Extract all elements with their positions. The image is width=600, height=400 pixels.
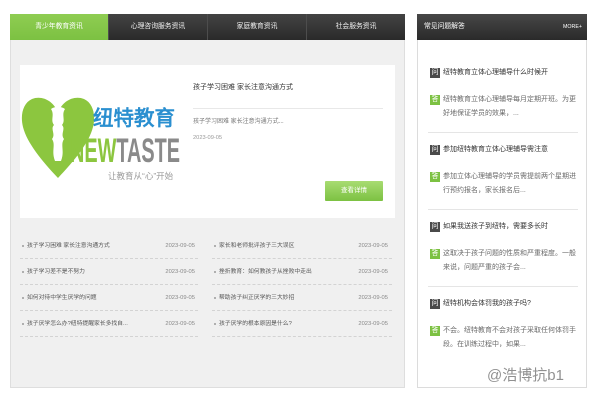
tab-social-services[interactable]: 社会服务资讯 [307,14,405,40]
news-tab-bar: 青少年教育资讯 心理咨询服务资讯 家庭教育资讯 社会服务资讯 [10,14,405,40]
news-item-date: 2023-09-05 [165,321,195,327]
logo-slogan: 让教育从“心”开始 [108,171,174,181]
answer-badge-icon: 答 [430,172,440,182]
logo-brand-cn: 纽特教育 [93,106,175,130]
faq-question[interactable]: 纽特机构会体罚我的孩子吗? [443,297,531,311]
news-item-title[interactable]: 帮助孩子纠正厌学的三大妙招 [219,285,294,311]
list-bullet [214,271,216,273]
logo-brand-en: NEWTASTE [70,132,180,170]
news-item[interactable]: 如何对待中学生厌学的问题 2023-09-05 [20,285,198,311]
list-bullet [214,297,216,299]
list-bullet [22,297,24,299]
featured-divider [193,108,383,109]
news-item-title[interactable]: 家长和老师批评孩子三大误区 [219,233,294,259]
news-item-date: 2023-09-05 [358,321,388,327]
newtaste-logo[interactable]: 纽特教育 NEWTASTE 让教育从“心”开始 [20,65,185,218]
question-badge-icon: 问 [430,299,440,309]
news-item-title[interactable]: 如何对待中学生厌学的问题 [27,285,97,311]
answer-badge-icon: 答 [430,326,440,336]
faq-header: 常见问题解答 MORE+ [417,14,587,40]
news-item[interactable]: 挫折教育：如何教孩子从挫败中走出 2023-09-05 [212,259,392,285]
featured-title[interactable]: 孩子学习困难 家长注意沟通方式 [193,82,293,94]
view-details-button[interactable]: 查看详情 [325,181,383,201]
faq-item: 问 参加纽特教育立体心理辅导需注意 答 参加立体心理辅导的学员需提前两个星期进行… [428,133,578,210]
news-item-date: 2023-09-05 [358,243,388,249]
news-item[interactable]: 孩子厌学怎么办?纽特提醒家长多找自... 2023-09-05 [20,311,198,337]
faq-answer: 不会。纽特教育不会对孩子采取任何体罚手段。在训练过程中，如果... [443,327,576,348]
logo-brand-en-new: NEW [70,132,117,170]
logo-brand-en-taste: TASTE [116,132,180,170]
tab-counseling-services[interactable]: 心理咨询服务资讯 [109,14,208,40]
faq-list: 问 纽特教育立体心理辅导什么时候开 答 纽特教育立体心理辅导每月定期开班。为更好… [428,56,578,364]
faq-more-link[interactable]: MORE+ [563,14,582,40]
faq-question[interactable]: 如果我送孩子到纽特，需要多长时 [443,220,548,234]
news-item-title[interactable]: 孩子学习困难 家长注意沟通方式 [27,233,110,259]
featured-description: 孩子学习困难 家长注意沟通方式... [193,119,284,125]
faq-question[interactable]: 纽特教育立体心理辅导什么时候开 [443,66,548,80]
faq-answer: 这取决于孩子问题的性质和严重程度。一般来说，问题严重的孩子会... [443,250,576,271]
faq-item: 问 如果我送孩子到纽特，需要多长时 答 这取决于孩子问题的性质和严重程度。一般来… [428,210,578,287]
news-item[interactable]: 孩子学习困难 家长注意沟通方式 2023-09-05 [20,233,198,259]
news-item[interactable]: 家长和老师批评孩子三大误区 2023-09-05 [212,233,392,259]
question-badge-icon: 问 [430,68,440,78]
list-bullet [214,323,216,325]
news-list-left: 孩子学习困难 家长注意沟通方式 2023-09-05 孩子学习差不是不努力 20… [20,233,198,337]
question-badge-icon: 问 [430,145,440,155]
faq-question[interactable]: 参加纽特教育立体心理辅导需注意 [443,143,548,157]
watermark: @浩博抗b1 [487,367,564,384]
news-item-date: 2023-09-05 [165,243,195,249]
list-bullet [22,245,24,247]
news-item-title[interactable]: 孩子厌学的根本原因是什么? [219,311,292,337]
faq-title: 常见问题解答 [424,23,465,30]
featured-date: 2023-09-05 [193,135,223,141]
faq-item: 问 纽特教育立体心理辅导什么时候开 答 纽特教育立体心理辅导每月定期开班。为更好… [428,56,578,133]
question-badge-icon: 问 [430,222,440,232]
news-item-date: 2023-09-05 [358,269,388,275]
list-bullet [22,323,24,325]
news-item-date: 2023-09-05 [165,295,195,301]
faq-item: 问 纽特机构会体罚我的孩子吗? 答 不会。纽特教育不会对孩子采取任何体罚手段。在… [428,287,578,364]
news-item[interactable]: 帮助孩子纠正厌学的三大妙招 2023-09-05 [212,285,392,311]
faq-answer: 纽特教育立体心理辅导每月定期开班。为更好地保证学员的效果，... [443,96,576,117]
faq-answer: 参加立体心理辅导的学员需提前两个星期进行预约报名，家长报名后... [443,173,576,194]
news-item[interactable]: 孩子学习差不是不努力 2023-09-05 [20,259,198,285]
list-bullet [214,245,216,247]
news-item[interactable]: 孩子厌学的根本原因是什么? 2023-09-05 [212,311,392,337]
tab-youth-education[interactable]: 青少年教育资讯 [10,14,109,40]
news-item-date: 2023-09-05 [358,295,388,301]
faq-panel: 常见问题解答 MORE+ 问 纽特教育立体心理辅导什么时候开 答 纽特教育立体心… [417,14,587,388]
news-item-date: 2023-09-05 [165,269,195,275]
featured-article: 纽特教育 NEWTASTE 让教育从“心”开始 孩子学习困难 家长注意沟通方式 … [20,65,395,218]
news-panel: 青少年教育资讯 心理咨询服务资讯 家庭教育资讯 社会服务资讯 纽特教育 NEWT… [10,14,405,388]
news-list-right: 家长和老师批评孩子三大误区 2023-09-05 挫折教育：如何教孩子从挫败中走… [212,233,392,337]
answer-badge-icon: 答 [430,95,440,105]
news-item-title[interactable]: 挫折教育：如何教孩子从挫败中走出 [219,259,312,285]
news-item-title[interactable]: 孩子厌学怎么办?纽特提醒家长多找自... [27,311,128,337]
list-bullet [22,271,24,273]
news-item-title[interactable]: 孩子学习差不是不努力 [27,259,85,285]
answer-badge-icon: 答 [430,249,440,259]
tab-family-education[interactable]: 家庭教育资讯 [208,14,307,40]
